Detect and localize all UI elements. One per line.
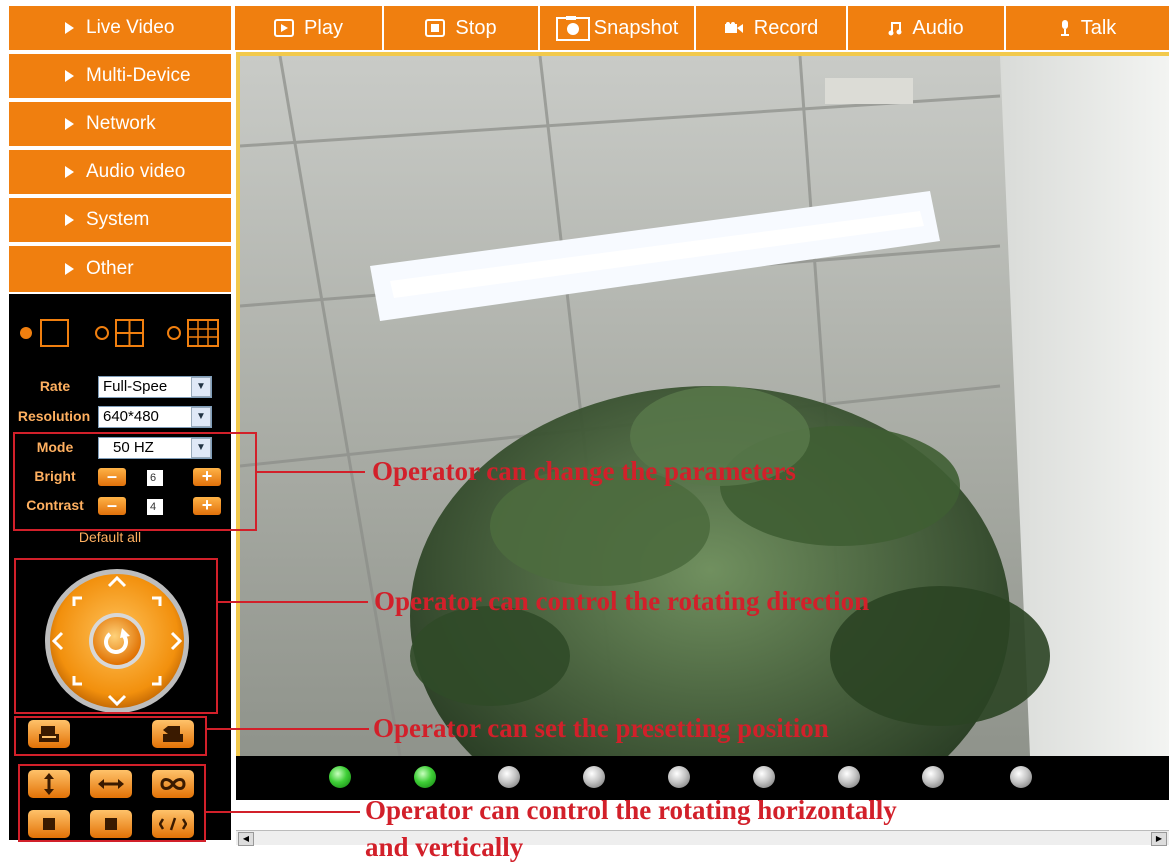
snapshot-button[interactable]: Snapshot <box>538 6 694 50</box>
default-all-link[interactable]: Default all <box>60 529 160 545</box>
sidebar-item-label: Live Video <box>86 17 175 38</box>
stop-label: Stop <box>455 16 497 39</box>
sidebar-item-multi-device[interactable]: Multi-Device <box>9 54 231 100</box>
channel-7-indicator[interactable] <box>838 766 860 788</box>
channel-5-indicator[interactable] <box>668 766 690 788</box>
channel-4-indicator[interactable] <box>583 766 605 788</box>
annotation-connector <box>257 471 365 473</box>
annotation-connector <box>218 601 368 603</box>
sidebar-item-label: System <box>86 209 150 230</box>
camera-icon <box>555 15 590 41</box>
annotation-connector <box>206 811 360 813</box>
play-icon <box>274 19 295 37</box>
chevron-down-icon: ▼ <box>191 407 211 427</box>
channel-8-indicator[interactable] <box>922 766 944 788</box>
triangle-right-icon <box>65 166 74 178</box>
annotation-rotate-line1: Operator can control the rotating horizo… <box>365 795 897 825</box>
triangle-right-icon <box>65 214 74 226</box>
rate-label: Rate <box>39 378 71 394</box>
video-camera-icon <box>724 21 744 35</box>
snapshot-label: Snapshot <box>593 16 679 39</box>
annotation-parameters: Operator can change the parameters <box>372 456 796 486</box>
channel-6-indicator[interactable] <box>753 766 775 788</box>
parameters-highlight-box <box>13 432 257 531</box>
layout-quad-view[interactable] <box>88 316 144 350</box>
rate-select[interactable]: Full-Spee ▼ <box>98 376 212 398</box>
sidebar-item-label: Audio video <box>86 161 186 182</box>
music-note-icon <box>888 20 902 36</box>
annotation-preset: Operator can set the presetting position <box>373 713 829 743</box>
talk-label: Talk <box>1080 16 1117 39</box>
preset-highlight-box <box>14 716 207 756</box>
resolution-value: 640*480 <box>103 408 159 425</box>
stop-button[interactable]: Stop <box>382 6 538 50</box>
rotation-highlight-box <box>18 764 206 842</box>
sidebar-item-label: Multi-Device <box>86 65 191 86</box>
sidebar-item-audio-video[interactable]: Audio video <box>9 150 231 196</box>
record-label: Record <box>753 16 819 39</box>
audio-label: Audio <box>912 16 964 39</box>
channel-3-indicator[interactable] <box>498 766 520 788</box>
triangle-right-icon <box>65 118 74 130</box>
direction-highlight-box <box>14 558 218 714</box>
annotation-direction: Operator can control the rotating direct… <box>374 586 870 616</box>
sidebar-item-label: Network <box>86 113 156 134</box>
talk-button[interactable]: Talk <box>1004 6 1169 50</box>
resolution-select[interactable]: 640*480 ▼ <box>98 406 212 428</box>
sidebar-item-label: Other <box>86 258 134 279</box>
record-button[interactable]: Record <box>694 6 846 50</box>
layout-nine-view[interactable] <box>160 316 226 350</box>
triangle-right-icon <box>65 22 74 34</box>
triangle-right-icon <box>65 70 74 82</box>
stop-icon <box>425 19 446 37</box>
sidebar-item-other[interactable]: Other <box>9 246 231 294</box>
annotation-connector <box>207 728 369 730</box>
annotation-rotate-line2: and vertically <box>365 832 524 862</box>
scroll-left-icon[interactable]: ◀ <box>238 832 254 846</box>
rate-value: Full-Spee <box>103 378 168 395</box>
sidebar-item-network[interactable]: Network <box>9 102 231 148</box>
triangle-right-icon <box>65 263 74 275</box>
play-button[interactable]: Play <box>233 6 382 50</box>
scroll-right-icon[interactable]: ▶ <box>1151 832 1167 846</box>
audio-button[interactable]: Audio <box>846 6 1004 50</box>
channel-1-indicator[interactable] <box>329 766 351 788</box>
microphone-icon <box>1059 19 1071 37</box>
sidebar-item-live-video[interactable]: Live Video <box>9 6 231 52</box>
play-label: Play <box>304 16 343 39</box>
channel-2-indicator[interactable] <box>414 766 436 788</box>
chevron-down-icon: ▼ <box>191 377 211 397</box>
sidebar-item-system[interactable]: System <box>9 198 231 244</box>
resolution-label: Resolution <box>17 408 91 424</box>
layout-single-view[interactable] <box>16 316 72 350</box>
live-video-feed[interactable] <box>240 56 1169 756</box>
channel-9-indicator[interactable] <box>1010 766 1032 788</box>
